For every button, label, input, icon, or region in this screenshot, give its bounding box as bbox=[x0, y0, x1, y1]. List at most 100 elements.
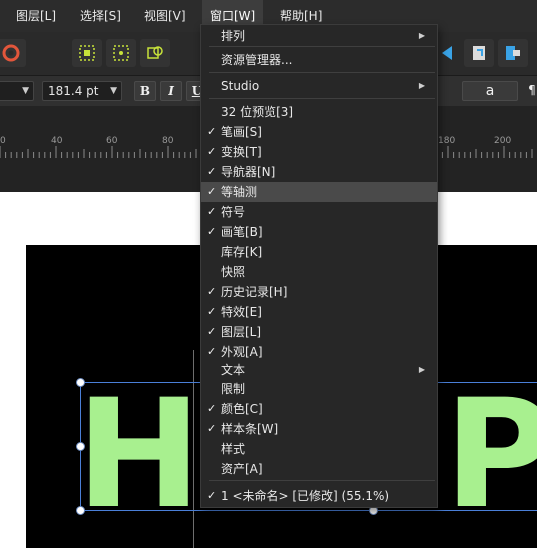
selection-handle[interactable] bbox=[76, 442, 85, 451]
menu-item-label: 外观[A] bbox=[221, 345, 263, 359]
snap-objects-icon bbox=[147, 46, 163, 59]
snap-bounds-button[interactable] bbox=[106, 39, 136, 67]
submenu-arrow-icon: ▶ bbox=[418, 31, 425, 40]
menu-item-studio[interactable]: Studio ▶ bbox=[201, 76, 437, 96]
font-size-value: 181.4 pt bbox=[48, 84, 99, 98]
menu-item-asset-manager[interactable]: 资源管理器... bbox=[201, 50, 437, 70]
checkmark-icon: ✓ bbox=[207, 305, 217, 318]
checkmark-icon: ✓ bbox=[207, 345, 217, 358]
submenu-arrow-icon: ▶ bbox=[418, 81, 425, 90]
menu-item-isometric[interactable]: ✓ 等轴测 bbox=[201, 182, 437, 202]
menu-item-label: 限制 bbox=[221, 382, 246, 396]
menu-item-navigator[interactable]: ✓ 导航器[N] bbox=[201, 162, 437, 182]
guide-line[interactable] bbox=[193, 350, 194, 548]
menu-item-label: 样式 bbox=[221, 442, 246, 456]
chevron-down-icon: ▼ bbox=[22, 86, 29, 96]
arrange-front-icon bbox=[506, 46, 520, 60]
menu-item-text[interactable]: 文本 ▶ bbox=[201, 360, 437, 380]
italic-button[interactable]: I bbox=[160, 81, 182, 101]
menu-item-label: 1 <未命名> [已修改] (55.1%) bbox=[221, 489, 390, 503]
window-menu-dropdown: 排列 ▶ 资源管理器... Studio ▶ 32 位预览[3] ✓ 笔画[S] ✓ 变换[T] ✓… bbox=[200, 24, 438, 508]
menu-item-stroke[interactable]: ✓ 笔画[S] bbox=[201, 122, 437, 142]
ruler-label: 80 bbox=[162, 136, 174, 146]
checkmark-icon: ✓ bbox=[207, 145, 217, 158]
menu-separator bbox=[209, 72, 435, 73]
paragraph-button[interactable]: ¶ bbox=[524, 81, 537, 101]
bold-button[interactable]: B bbox=[134, 81, 156, 101]
menu-item-label: 资产[A] bbox=[221, 462, 263, 476]
font-size-field[interactable]: 181.4 pt ▼ bbox=[42, 81, 122, 101]
menu-item-transform[interactable]: ✓ 变换[T] bbox=[201, 142, 437, 162]
menu-item-constraints[interactable]: 限制 bbox=[201, 379, 437, 399]
menu-item-32bit-preview[interactable]: 32 位预览[3] bbox=[201, 102, 437, 122]
menu-item-label: 笔画[S] bbox=[221, 125, 262, 139]
snap-objects-button[interactable] bbox=[140, 39, 170, 67]
menu-item-label: 资源管理器... bbox=[221, 53, 293, 67]
settings-gear-button[interactable] bbox=[0, 39, 26, 67]
artistic-text-char[interactable]: H bbox=[76, 380, 202, 530]
ruler-label: 40 bbox=[51, 136, 63, 146]
checkmark-icon: ✓ bbox=[207, 125, 217, 138]
menu-separator bbox=[209, 480, 435, 481]
chevron-down-icon: ▼ bbox=[110, 86, 117, 96]
menu-item-label: 导航器[N] bbox=[221, 165, 276, 179]
menu-item-label: 画笔[B] bbox=[221, 225, 263, 239]
menu-item-label: 样本条[W] bbox=[221, 422, 279, 436]
submenu-arrow-icon: ▶ bbox=[418, 365, 425, 374]
menu-item-styles[interactable]: 样式 bbox=[201, 439, 437, 459]
menu-item-label: 快照 bbox=[221, 265, 246, 279]
menu-item-history[interactable]: ✓ 历史记录[H] bbox=[201, 282, 437, 302]
arrange-front-button[interactable] bbox=[498, 39, 528, 67]
menu-item-label: 特效[E] bbox=[221, 305, 262, 319]
menu-item-brushes[interactable]: ✓ 画笔[B] bbox=[201, 222, 437, 242]
snap-grid-icon bbox=[79, 45, 95, 61]
menu-item-label: 历史记录[H] bbox=[221, 285, 288, 299]
menu-item-label: 图层[L] bbox=[221, 325, 262, 339]
menu-select[interactable]: 选择[S] bbox=[72, 0, 129, 32]
menu-item-arrange[interactable]: 排列 ▶ bbox=[201, 26, 437, 46]
artistic-text-char[interactable]: P bbox=[444, 380, 537, 530]
menu-item-label: 库存[K] bbox=[221, 245, 263, 259]
menu-item-layers[interactable]: ✓ 图层[L] bbox=[201, 322, 437, 342]
ruler-label: 200 bbox=[494, 136, 512, 146]
menu-item-label: Studio bbox=[221, 79, 260, 93]
menu-separator bbox=[209, 46, 435, 47]
menu-item-swatches[interactable]: ✓ 样本条[W] bbox=[201, 419, 437, 439]
selection-edge-bottom bbox=[80, 510, 537, 511]
menu-view[interactable]: 视图[V] bbox=[136, 0, 194, 32]
font-style-select[interactable]: ▼ bbox=[0, 81, 34, 101]
checkmark-icon: ✓ bbox=[207, 225, 217, 238]
snap-grid-button[interactable] bbox=[72, 39, 102, 67]
menu-item-colour[interactable]: ✓ 颜色[C] bbox=[201, 399, 437, 419]
menu-item-snapshots[interactable]: 快照 bbox=[201, 262, 437, 282]
checkmark-icon: ✓ bbox=[207, 402, 217, 415]
selection-handle[interactable] bbox=[76, 506, 85, 515]
ruler-label: 180 bbox=[438, 136, 456, 146]
menu-item-assets[interactable]: 资产[A] bbox=[201, 459, 437, 479]
menu-item-effects[interactable]: ✓ 特效[E] bbox=[201, 302, 437, 322]
checkmark-icon: ✓ bbox=[207, 185, 217, 198]
menu-item-label: 变换[T] bbox=[221, 145, 262, 159]
menu-separator bbox=[209, 98, 435, 99]
menu-item-symbols[interactable]: ✓ 符号 bbox=[201, 202, 437, 222]
ruler-label: 0 bbox=[0, 136, 6, 146]
menu-layer[interactable]: 图层[L] bbox=[8, 0, 64, 32]
menu-item-label: 颜色[C] bbox=[221, 402, 263, 416]
checkmark-icon: ✓ bbox=[207, 165, 217, 178]
checkmark-icon: ✓ bbox=[207, 422, 217, 435]
menu-item-stock[interactable]: 库存[K] bbox=[201, 242, 437, 262]
case-button[interactable]: a bbox=[462, 81, 518, 101]
snap-bounds-icon bbox=[113, 45, 129, 61]
menu-item-label: 32 位预览[3] bbox=[221, 105, 294, 119]
menu-item-appearance[interactable]: ✓ 外观[A] bbox=[201, 342, 437, 362]
checkmark-icon: ✓ bbox=[207, 205, 217, 218]
arrange-forward-icon bbox=[473, 46, 485, 60]
menu-item-label: 排列 bbox=[221, 29, 246, 43]
menu-item-document-window[interactable]: ✓ 1 <未命名> [已修改] (55.1%) bbox=[201, 486, 437, 506]
ruler-label: 60 bbox=[106, 136, 118, 146]
selection-handle[interactable] bbox=[76, 378, 85, 387]
checkmark-icon: ✓ bbox=[207, 325, 217, 338]
menu-item-label: 等轴测 bbox=[221, 185, 258, 199]
arrange-forward-button[interactable] bbox=[464, 39, 494, 67]
menu-item-label: 符号 bbox=[221, 205, 246, 219]
